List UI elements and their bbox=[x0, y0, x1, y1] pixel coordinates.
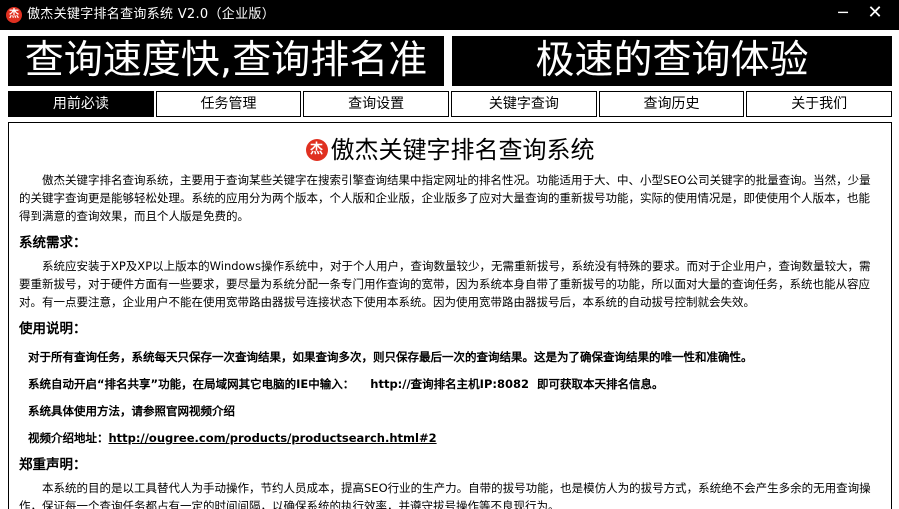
banner-left: 查询速度快,查询排名准 bbox=[8, 36, 444, 86]
close-button[interactable]: ✕ bbox=[858, 2, 892, 24]
banner-right: 极速的查询体验 bbox=[452, 36, 892, 86]
content-header: 杰 傲杰关键字排名查询系统 bbox=[19, 133, 881, 167]
tab-bar: 用前必读 任务管理 查询设置 关键字查询 查询历史 关于我们 bbox=[8, 91, 893, 117]
video-line: 视频介绍地址：http://ougree.com/products/produc… bbox=[19, 429, 881, 447]
intro-paragraph: 傲杰关键字排名查询系统，主要用于查询某些关键字在搜索引擎查询结果中指定网址的排名… bbox=[19, 173, 871, 223]
notice-heading: 郑重声明： bbox=[19, 457, 87, 473]
usage-note-1: 对于所有查询任务，系统每天只保存一次查询结果，如果查询多次，则只保存最后一次的查… bbox=[28, 350, 753, 364]
window-title: 傲杰关键字排名查询系统 V2.0（企业版） bbox=[27, 7, 275, 22]
tab-keyword-query[interactable]: 关键字查询 bbox=[451, 91, 597, 117]
video-label: 视频介绍地址： bbox=[28, 431, 109, 445]
requirements-heading: 系统需求： bbox=[19, 235, 87, 251]
usage-heading: 使用说明： bbox=[19, 321, 87, 337]
content-title: 傲杰关键字排名查询系统 bbox=[330, 136, 595, 164]
app-logo-icon: 杰 bbox=[6, 7, 22, 23]
title-bar: 杰 傲杰关键字排名查询系统 V2.0（企业版） ─ ✕ bbox=[0, 0, 899, 30]
brand-logo-icon: 杰 bbox=[305, 139, 328, 161]
tab-query-settings[interactable]: 查询设置 bbox=[303, 91, 450, 117]
minimize-button[interactable]: ─ bbox=[826, 2, 860, 24]
requirements-paragraph: 系统应安装于XP及XP以上版本的Windows操作系统中，对于个人用户，查询数量… bbox=[19, 259, 871, 309]
tab-read-first[interactable]: 用前必读 bbox=[8, 91, 154, 117]
notice-paragraph: 本系统的目的是以工具替代人为手动操作，节约人员成本，提高SEO行业的生产力。自带… bbox=[19, 481, 871, 509]
usage-note-3: 系统具体使用方法，请参照官网视频介绍 bbox=[28, 404, 235, 418]
tab-task-management[interactable]: 任务管理 bbox=[155, 91, 302, 117]
tab-query-history[interactable]: 查询历史 bbox=[598, 91, 745, 117]
tab-about-us[interactable]: 关于我们 bbox=[746, 91, 893, 117]
content-panel: 杰 傲杰关键字排名查询系统 傲杰关键字排名查询系统，主要用于查询某些关键字在搜索… bbox=[8, 122, 892, 509]
usage-note-2: 系统自动开启“排名共享”功能，在局域网其它电脑的IE中输入： http://查询… bbox=[28, 377, 664, 391]
video-link[interactable]: http://ougree.com/products/productsearch… bbox=[109, 431, 437, 445]
